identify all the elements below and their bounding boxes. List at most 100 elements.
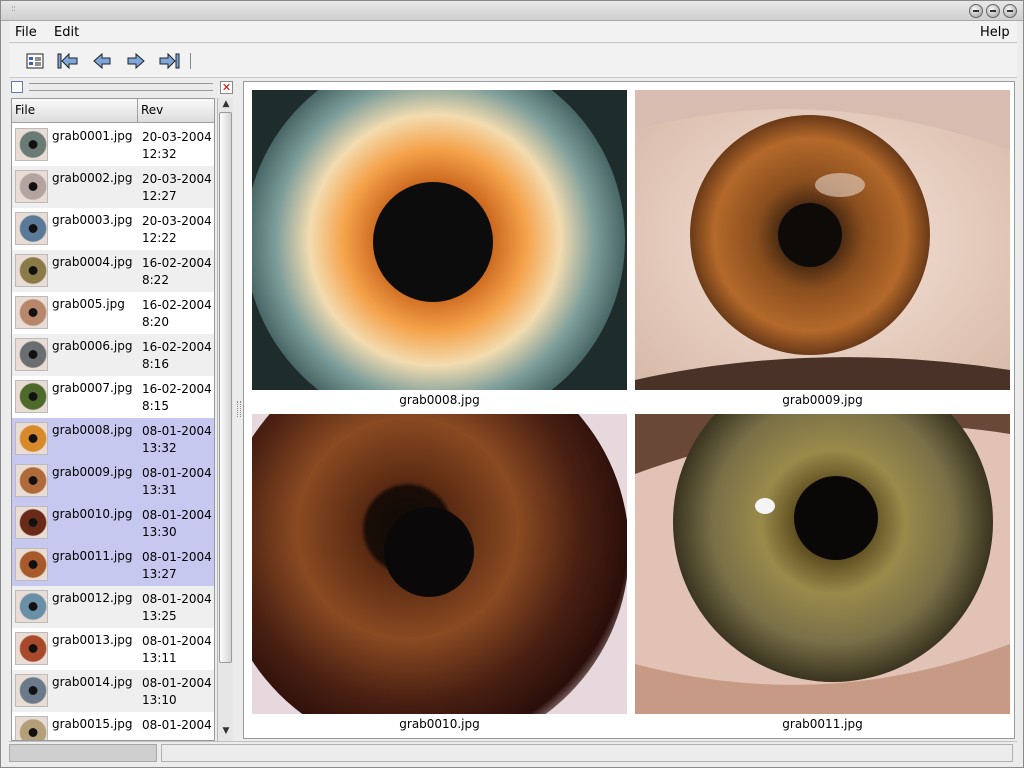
scroll-down-icon[interactable]: ▼ xyxy=(220,726,232,738)
file-list-row[interactable]: grab0008.jpg 08-01-2004 13:32 xyxy=(12,418,214,460)
file-name: grab0013.jpg xyxy=(52,633,133,647)
file-thumbnail xyxy=(15,338,48,371)
file-name: grab0014.jpg xyxy=(52,675,133,689)
close-window-button[interactable] xyxy=(1003,4,1017,18)
eye-photo[interactable] xyxy=(252,90,627,390)
first-image-button[interactable] xyxy=(56,49,80,73)
image-tile[interactable]: grab0010.jpg xyxy=(252,414,627,732)
file-name: grab0015.jpg xyxy=(52,717,133,731)
file-rev: 16-02-2004 8:16 xyxy=(142,339,212,373)
toolbar-separator xyxy=(190,53,191,69)
column-header-file[interactable]: File xyxy=(12,99,138,123)
eye-photo[interactable] xyxy=(635,90,1010,390)
file-list-scrollbar[interactable]: ▲ ▼ xyxy=(217,98,233,741)
eye-photo[interactable] xyxy=(252,414,627,714)
file-list-row[interactable]: grab0006.jpg 16-02-2004 8:16 xyxy=(12,334,214,376)
image-tile[interactable]: grab0009.jpg xyxy=(635,90,1010,408)
file-name: grab0002.jpg xyxy=(52,171,133,185)
menu-edit[interactable]: Edit xyxy=(54,25,79,40)
toolbar xyxy=(9,44,1017,78)
file-rev-time: 12:22 xyxy=(142,231,177,245)
next-image-button[interactable] xyxy=(124,49,148,73)
maximize-button[interactable] xyxy=(986,4,1000,18)
minimize-button[interactable] xyxy=(969,4,983,18)
splitter-grip-icon xyxy=(237,401,241,417)
file-rev-time: 13:10 xyxy=(142,693,177,707)
image-caption: grab0009.jpg xyxy=(782,393,863,407)
file-list-row[interactable]: grab0009.jpg 08-01-2004 13:31 xyxy=(12,460,214,502)
file-name: grab0010.jpg xyxy=(52,507,133,521)
status-progress xyxy=(9,744,157,762)
file-list-row[interactable]: grab0003.jpg 20-03-2004 12:22 xyxy=(12,208,214,250)
next-image-icon xyxy=(127,52,145,70)
file-rev: 20-03-2004 12:22 xyxy=(142,213,212,247)
file-rev-time: 8:20 xyxy=(142,315,169,329)
file-rev-date: 20-03-2004 xyxy=(142,130,212,144)
file-rev-time: 13:31 xyxy=(142,483,177,497)
file-name: grab0004.jpg xyxy=(52,255,133,269)
panel-drag-handle[interactable] xyxy=(29,83,213,91)
file-rev-date: 08-01-2004 xyxy=(142,508,212,522)
titlebar-grip-icon: :: xyxy=(11,4,16,14)
file-rev-time: 13:27 xyxy=(142,567,177,581)
file-rev: 08-01-2004 13:32 xyxy=(142,423,212,457)
file-thumbnail xyxy=(15,506,48,539)
file-thumbnail xyxy=(15,422,48,455)
details-view-button[interactable] xyxy=(23,49,47,73)
last-image-icon xyxy=(159,52,180,70)
file-list-row[interactable]: grab0007.jpg 16-02-2004 8:15 xyxy=(12,376,214,418)
file-name: grab0003.jpg xyxy=(52,213,133,227)
file-thumbnail xyxy=(15,590,48,623)
previous-image-button[interactable] xyxy=(90,49,114,73)
image-tile[interactable]: grab0011.jpg xyxy=(635,414,1010,732)
file-table: File Rev grab0001.jpg 20-03-2004 12:32 grab… xyxy=(11,98,215,741)
close-panel-icon[interactable]: ✕ xyxy=(220,81,233,94)
undock-icon[interactable] xyxy=(11,81,23,93)
image-tile[interactable]: grab0008.jpg xyxy=(252,90,627,408)
image-caption: grab0010.jpg xyxy=(399,717,480,731)
previous-image-icon xyxy=(93,52,111,70)
file-rev-time: 13:30 xyxy=(142,525,177,539)
panel-splitter[interactable] xyxy=(235,79,243,741)
file-list-row[interactable]: grab0002.jpg 20-03-2004 12:27 xyxy=(12,166,214,208)
file-name: grab0006.jpg xyxy=(52,339,133,353)
file-list-row[interactable]: grab0004.jpg 16-02-2004 8:22 xyxy=(12,250,214,292)
file-rev-date: 08-01-2004 xyxy=(142,634,212,648)
file-rev-date: 20-03-2004 xyxy=(142,172,212,186)
scroll-up-icon[interactable]: ▲ xyxy=(220,99,232,111)
file-list-row[interactable]: grab0011.jpg 08-01-2004 13:27 xyxy=(12,544,214,586)
file-list-panel: ✕ File Rev grab0001.jpg 20-03-2004 12:32 gr… xyxy=(9,79,235,741)
file-list-row[interactable]: grab005.jpg 16-02-2004 8:20 xyxy=(12,292,214,334)
status-bar xyxy=(9,741,1017,763)
file-list-row[interactable]: grab0010.jpg 08-01-2004 13:30 xyxy=(12,502,214,544)
file-rev-time: 8:22 xyxy=(142,273,169,287)
file-list-row[interactable]: grab0012.jpg 08-01-2004 13:25 xyxy=(12,586,214,628)
menu-help[interactable]: Help xyxy=(980,25,1010,40)
file-rev-time: 8:16 xyxy=(142,357,169,371)
last-image-button[interactable] xyxy=(157,49,181,73)
file-thumbnail xyxy=(15,254,48,287)
panel-header[interactable]: ✕ xyxy=(9,79,235,95)
file-rev: 08-01-2004 13:10 xyxy=(142,675,212,709)
title-bar[interactable]: :: xyxy=(1,1,1023,21)
file-list-row[interactable]: grab0014.jpg 08-01-2004 13:10 xyxy=(12,670,214,712)
file-rev: 20-03-2004 12:27 xyxy=(142,171,212,205)
image-caption: grab0008.jpg xyxy=(399,393,480,407)
file-list-row[interactable]: grab0001.jpg 20-03-2004 12:32 xyxy=(12,124,214,166)
file-rev: 08-01-2004 13:25 xyxy=(142,591,212,625)
file-rev: 20-03-2004 12:32 xyxy=(142,129,212,163)
file-list-row[interactable]: grab0015.jpg 08-01-2004 xyxy=(12,712,214,740)
file-rev-date: 16-02-2004 xyxy=(142,382,212,396)
file-list-row[interactable]: grab0013.jpg 08-01-2004 13:11 xyxy=(12,628,214,670)
file-thumbnail xyxy=(15,380,48,413)
file-thumbnail xyxy=(15,464,48,497)
menu-bar: File Edit Help xyxy=(9,21,1017,43)
scrollbar-thumb[interactable] xyxy=(219,112,232,663)
image-viewer: grab0008.jpg grab0009.jpg grab0010.jpg g… xyxy=(243,81,1015,739)
file-rev: 16-02-2004 8:15 xyxy=(142,381,212,415)
file-thumbnail xyxy=(15,716,48,740)
menu-file[interactable]: File xyxy=(15,25,37,40)
file-name: grab0001.jpg xyxy=(52,129,133,143)
eye-photo[interactable] xyxy=(635,414,1010,714)
column-header-rev[interactable]: Rev xyxy=(138,99,214,123)
